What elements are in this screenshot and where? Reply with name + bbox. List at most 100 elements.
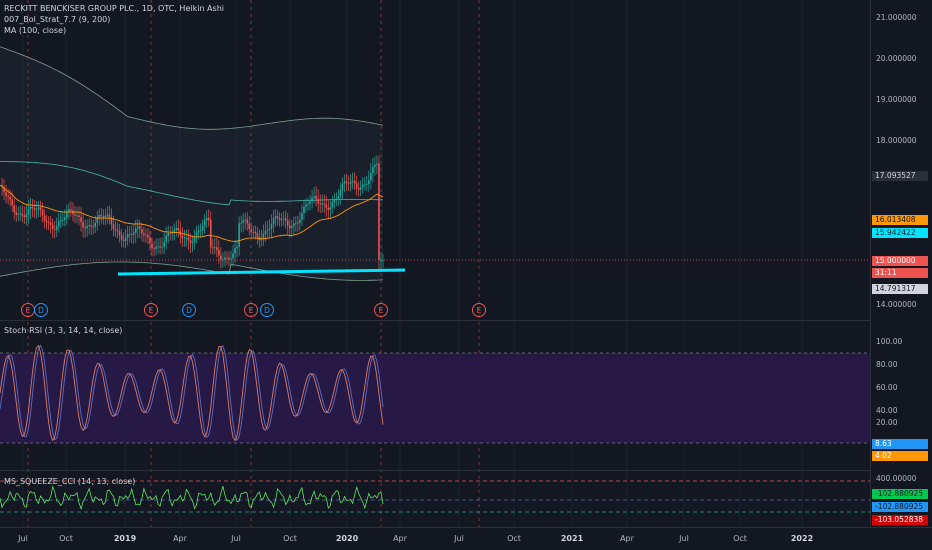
candle (17, 214, 20, 215)
candle (145, 234, 147, 236)
candle (134, 228, 137, 233)
cci-label-400: 400.00000 (876, 474, 917, 483)
stoch-d-tag: 4.02 (872, 451, 928, 461)
candle (284, 218, 287, 221)
candle (136, 226, 139, 229)
candle (216, 247, 218, 250)
candle (139, 226, 141, 230)
bb-mid-tag: 15.942422 (872, 228, 928, 238)
price-chart[interactable]: EDEDEDEE (0, 0, 870, 527)
candle (372, 166, 374, 173)
candle (214, 247, 216, 249)
candle (270, 223, 273, 229)
candle (66, 212, 68, 218)
candle (315, 195, 317, 200)
indicator-stoch-rsi[interactable]: Stoch RSI (3, 3, 14, 14, close) (4, 325, 122, 336)
candle (70, 209, 72, 211)
indicator-bol-strat[interactable]: 007_Bol_Strat_7.7 (9, 200) (4, 14, 110, 25)
marker-label: E (149, 306, 154, 315)
candle (299, 219, 301, 223)
candle (88, 225, 90, 227)
marker-label: E (379, 306, 384, 315)
candle (43, 215, 46, 221)
candle (159, 246, 161, 248)
candle (185, 237, 188, 239)
candle (228, 257, 230, 260)
candle (272, 218, 275, 224)
candle (368, 180, 370, 185)
candle (9, 197, 11, 200)
cci-tag-1: -102.880925 (872, 489, 928, 499)
candle (169, 233, 172, 235)
candle (132, 232, 135, 235)
candle (349, 181, 352, 184)
candle (157, 246, 159, 248)
candle (230, 258, 232, 260)
bb-fill (0, 46, 383, 281)
time-label: Apr (620, 534, 634, 543)
candle (171, 233, 174, 234)
candle (100, 214, 103, 217)
candle (177, 227, 180, 231)
candle (35, 208, 38, 210)
candle (307, 204, 309, 205)
candle (268, 228, 271, 230)
candle (355, 183, 358, 189)
time-label: Oct (733, 534, 747, 543)
indicator-ma[interactable]: MA (100, close) (4, 25, 66, 36)
stoch-band-fill (0, 353, 870, 443)
candle (323, 203, 326, 205)
candle (153, 248, 155, 250)
candle (92, 226, 95, 228)
candle (319, 203, 321, 205)
candle (321, 203, 324, 205)
candle (254, 232, 257, 234)
candle (147, 235, 149, 238)
candle (199, 230, 202, 232)
candle (29, 206, 32, 210)
candle (25, 214, 28, 217)
time-label: 2021 (560, 534, 584, 543)
candle (288, 225, 291, 229)
candle (78, 215, 80, 218)
countdown-tag: 31:11 (872, 268, 928, 278)
candle (187, 237, 190, 241)
candle (264, 230, 267, 235)
candle (191, 241, 194, 244)
candle (282, 218, 285, 220)
candle (11, 199, 13, 206)
time-label: 2022 (790, 534, 814, 543)
marker-label: E (249, 306, 254, 315)
candle (361, 184, 364, 188)
candle (49, 222, 52, 226)
indicator-cci[interactable]: MS_SQUEEZE_CCI (14, 13, close) (4, 476, 135, 487)
candle (13, 205, 15, 213)
candle (311, 197, 313, 202)
candle (181, 235, 184, 239)
candle (122, 239, 125, 241)
candle (203, 220, 206, 226)
cci-tag-2: -102.880925 (872, 502, 928, 512)
candle (64, 217, 66, 220)
pane-separator-1 (0, 320, 870, 321)
candle (163, 241, 165, 247)
symbol-title: RECKITT BENCKISER GROUP PLC., 1D, OTC, H… (4, 4, 224, 13)
candle (53, 228, 56, 230)
candle (303, 206, 305, 213)
ma-tag: 16.013408 (872, 215, 928, 225)
candle (266, 229, 269, 231)
candle (280, 219, 283, 221)
candle (325, 204, 328, 208)
candle (27, 209, 30, 215)
candle (262, 234, 265, 239)
candle (94, 222, 97, 227)
price-label-20: 20.000000 (876, 54, 917, 63)
candle (62, 219, 64, 221)
stoch-label-60: 60.00 (876, 383, 898, 392)
candle (183, 237, 186, 239)
candle (104, 215, 107, 218)
candle (345, 181, 348, 183)
candle (382, 259, 384, 261)
candle (276, 216, 279, 219)
candle (116, 230, 119, 232)
